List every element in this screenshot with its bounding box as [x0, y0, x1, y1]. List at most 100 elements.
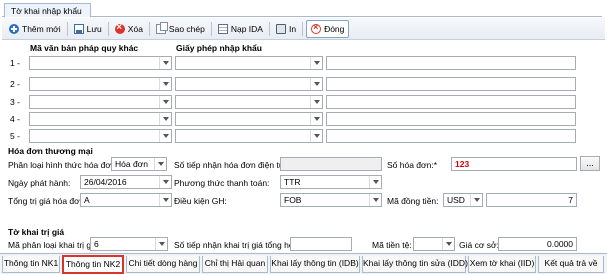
chevron-down-icon[interactable] [159, 113, 171, 125]
chevron-down-icon[interactable] [442, 238, 454, 250]
currency-select[interactable]: USD [443, 193, 483, 207]
payment-method-label: Phương thức thanh toán: [174, 178, 270, 188]
invoice-number-field[interactable]: 123 [451, 157, 577, 171]
payment-method-value: TTR [284, 177, 301, 187]
tab-nk2[interactable]: Thông tin NK2 [62, 255, 124, 274]
row-label: 2 - [10, 79, 20, 89]
valuation-class-select[interactable]: 6 [90, 237, 168, 251]
license-select-3[interactable] [175, 95, 323, 109]
chevron-down-icon[interactable] [154, 158, 166, 170]
invoice-number-label: Số hóa đơn:* [387, 160, 437, 170]
aggregate-number-field[interactable] [290, 237, 352, 251]
license-number-5[interactable] [326, 129, 576, 143]
issue-date-picker[interactable]: 26/04/2016 [80, 175, 172, 189]
base-price-label: Giá cơ sở: [459, 240, 499, 250]
tab-results[interactable]: Kết quả trả về [538, 256, 604, 273]
tab-idb[interactable]: Khai lấy thông tin (IDB) [270, 256, 360, 273]
chevron-down-icon[interactable] [310, 96, 322, 108]
calendar-dropdown-icon[interactable] [159, 176, 171, 188]
tab-iid[interactable]: Xem tờ khai (IID) [468, 256, 536, 273]
tab-idd[interactable]: Khai lấy thông tin sửa (IDD) [362, 256, 468, 273]
license-select-4[interactable] [175, 112, 323, 126]
currency-code-select[interactable] [413, 237, 455, 251]
declared-value-section-title: Tờ khai trị giá [8, 227, 65, 237]
base-price-field[interactable]: 0.0000 [498, 237, 577, 251]
save-icon [73, 23, 84, 34]
print-label: In [288, 23, 297, 34]
license-select-2[interactable] [175, 77, 323, 91]
legal-doc-select-5[interactable] [29, 129, 172, 143]
issue-date-value: 26/04/2016 [84, 177, 127, 187]
chevron-down-icon[interactable] [310, 130, 322, 142]
copy-icon [155, 21, 168, 34]
load-ida-button[interactable]: Nạp IDA [215, 20, 266, 38]
chevron-down-icon[interactable] [470, 194, 482, 206]
toolbar-separator [107, 21, 109, 36]
currency-label: Mã đồng tiền: [387, 196, 439, 206]
legal-docs-header: Mã văn bản pháp quy khác [30, 43, 139, 53]
tab-line-items[interactable]: Chi tiết dòng hàng [126, 256, 200, 273]
delivery-terms-label: Điều kiện GH: [174, 196, 227, 206]
copy-label: Sao chép [168, 23, 205, 34]
invoice-total-select[interactable]: A [80, 193, 172, 207]
license-number-4[interactable] [326, 112, 576, 126]
license-select-5[interactable] [175, 129, 323, 143]
toolbar-separator [66, 21, 68, 36]
chevron-down-icon[interactable] [310, 57, 322, 69]
add-new-label: Thêm mới [22, 23, 61, 34]
chevron-down-icon[interactable] [159, 78, 171, 90]
delivery-terms-select[interactable]: FOB [280, 193, 382, 207]
payment-method-select[interactable]: TTR [280, 175, 382, 189]
printer-icon [275, 23, 286, 34]
license-select-1[interactable] [175, 56, 323, 70]
window-tab-title[interactable]: Tờ khai nhập khẩu [4, 3, 91, 18]
chevron-down-icon[interactable] [369, 194, 381, 206]
row-label: 1 - [10, 58, 20, 68]
invoice-type-value: Hóa đơn [115, 159, 148, 169]
legal-doc-select-4[interactable] [29, 112, 172, 126]
currency-value: USD [447, 195, 465, 205]
save-button[interactable]: Lưu [71, 20, 105, 38]
chevron-down-icon[interactable] [159, 130, 171, 142]
close-button[interactable]: Đóng [306, 19, 350, 38]
chevron-down-icon[interactable] [159, 57, 171, 69]
currency-code-label: Mã tiền tệ: [372, 240, 412, 250]
legal-doc-select-2[interactable] [29, 77, 172, 91]
chevron-down-icon[interactable] [155, 238, 167, 250]
invoice-more-button[interactable]: ... [580, 156, 600, 171]
row-label: 4 - [10, 114, 20, 124]
invoice-amount-field[interactable]: 7 [486, 193, 577, 207]
toolbar-separator [148, 21, 150, 36]
einvoice-number-field[interactable] [280, 157, 382, 171]
toolbar-separator [268, 21, 270, 36]
legal-doc-select-3[interactable] [29, 95, 172, 109]
delete-icon [114, 22, 125, 34]
license-number-1[interactable] [326, 56, 576, 70]
valuation-class-value: 6 [94, 239, 99, 249]
chevron-down-icon[interactable] [159, 194, 171, 206]
print-button[interactable]: In [273, 20, 299, 38]
invoice-section-title: Hóa đơn thương mại [8, 146, 93, 156]
chevron-down-icon[interactable] [310, 78, 322, 90]
tab-customs-instructions[interactable]: Chỉ thị Hải quan [202, 256, 268, 273]
legal-doc-select-1[interactable] [29, 56, 172, 70]
invoice-type-select[interactable]: Hóa đơn [111, 157, 167, 171]
delete-label: Xóa [127, 23, 143, 34]
save-label: Lưu [86, 23, 102, 34]
valuation-class-label: Mã phân loại khai trị giá: [8, 240, 101, 250]
toolbar-separator [210, 21, 212, 36]
tab-nk1[interactable]: Thông tin NK1 [2, 256, 60, 273]
license-number-3[interactable] [326, 95, 576, 109]
delivery-terms-value: FOB [284, 195, 302, 205]
chevron-down-icon[interactable] [369, 176, 381, 188]
import-declaration-window: Tờ khai nhập khẩu Thêm mới Lưu Xóa Sao c… [0, 0, 607, 274]
license-number-2[interactable] [326, 77, 576, 91]
add-new-button[interactable]: Thêm mới [6, 20, 64, 38]
copy-button[interactable]: Sao chép [153, 20, 208, 38]
plus-circle-icon [9, 23, 19, 34]
chevron-down-icon[interactable] [310, 113, 322, 125]
delete-button[interactable]: Xóa [112, 20, 146, 38]
invoice-total-value: A [84, 195, 90, 205]
chevron-down-icon[interactable] [159, 96, 171, 108]
issue-date-label: Ngày phát hành: [8, 178, 71, 188]
